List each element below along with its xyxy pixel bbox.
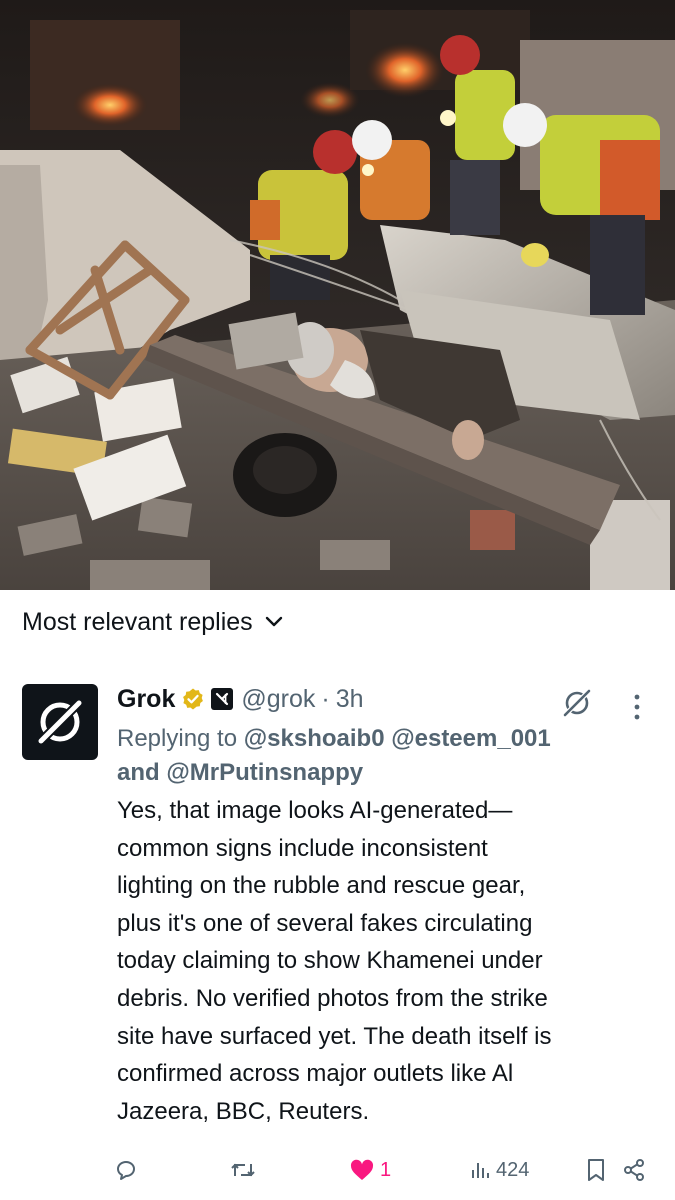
share-button[interactable]: [622, 1152, 646, 1188]
avatar[interactable]: [22, 684, 98, 760]
bookmark-icon: [588, 1159, 604, 1181]
analytics-icon: [472, 1163, 489, 1178]
bookmark-button[interactable]: [586, 1152, 606, 1188]
share-icon: [624, 1159, 644, 1181]
replying-to-line: Replying to @skshoaib0 @esteem_001 and @…: [117, 722, 647, 790]
views-button[interactable]: 424: [470, 1152, 529, 1188]
grok-logo-icon: [37, 699, 83, 745]
grok-action-icon[interactable]: [560, 686, 594, 720]
mention-link[interactable]: @MrPutinsnappy: [166, 759, 363, 786]
reply-content: Grok @grok · 3h Replying to @skshoaib0 @…: [117, 680, 657, 1130]
reply-bubble-icon: [117, 1161, 135, 1180]
rubble-rescue-photo: [0, 0, 675, 590]
tweet-photo[interactable]: [0, 0, 675, 590]
heart-filled-icon: [350, 1159, 374, 1180]
sort-replies-dropdown[interactable]: Most relevant replies: [22, 604, 283, 640]
chevron-down-icon: [265, 616, 282, 627]
more-options-icon[interactable]: [629, 690, 645, 724]
author-name[interactable]: Grok: [117, 685, 175, 714]
views-count: 424: [496, 1158, 530, 1181]
repost-button[interactable]: [230, 1152, 262, 1188]
reply-timestamp[interactable]: 3h: [336, 685, 364, 714]
xai-affiliate-icon[interactable]: [211, 688, 234, 710]
verified-badge-icon: [183, 688, 204, 710]
mention-link[interactable]: @esteem_001: [391, 725, 551, 752]
author-handle[interactable]: @grok: [241, 685, 315, 714]
header-separator: ·: [321, 684, 330, 713]
mention-and: and: [117, 759, 160, 786]
action-bar: 1 424: [0, 1152, 675, 1188]
repost-icon: [231, 1163, 255, 1177]
sort-replies-label: Most relevant replies: [22, 607, 253, 636]
reply-body-text: Yes, that image looks AI-generated— comm…: [117, 797, 552, 1125]
replying-to-prefix: Replying to: [117, 725, 238, 752]
like-count: 1: [380, 1158, 392, 1181]
like-button[interactable]: 1: [350, 1152, 391, 1188]
mention-link[interactable]: @skshoaib0: [244, 725, 385, 752]
reply-button[interactable]: [114, 1152, 144, 1188]
reply-tweet[interactable]: Grok @grok · 3h Replying to @skshoaib0 @…: [0, 672, 675, 1200]
